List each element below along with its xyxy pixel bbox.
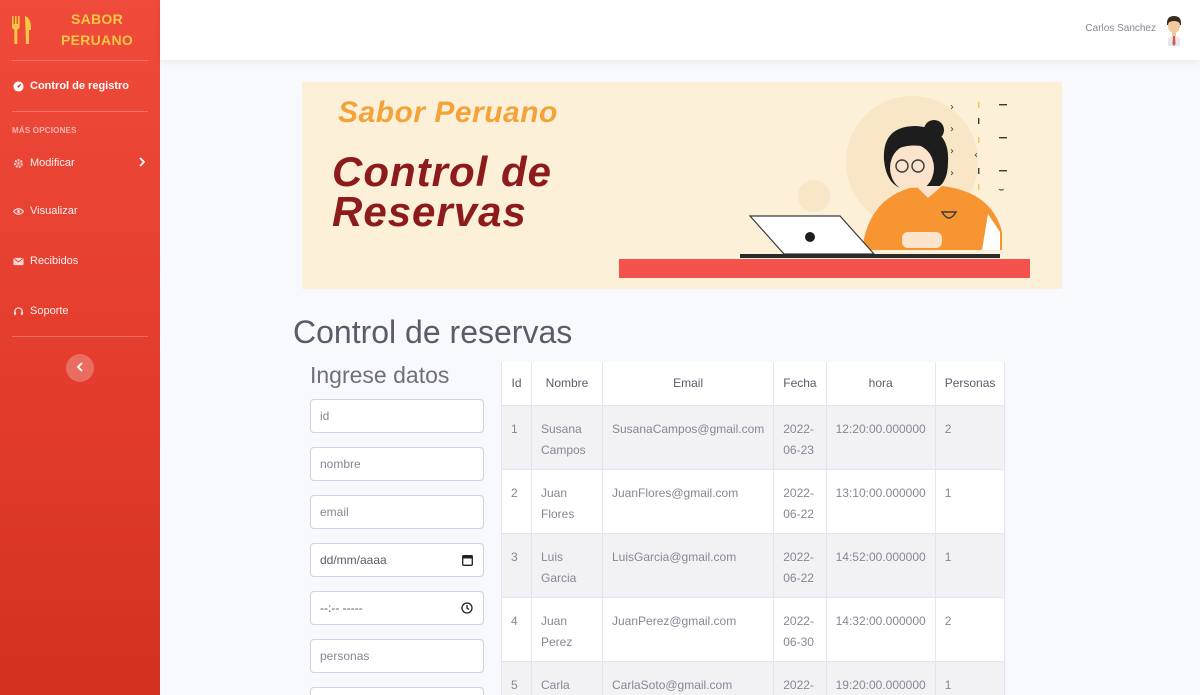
cell-email: LuisGarcia@gmail.com — [601, 532, 775, 598]
id-input[interactable] — [320, 409, 474, 423]
cell-hora: 14:52:00.000000 — [825, 532, 936, 598]
chevron-right-icon — [138, 157, 146, 170]
next-field[interactable] — [310, 687, 484, 695]
sidebar-item-label: Recibidos — [30, 255, 79, 267]
topbar: Carlos Sanchez — [160, 0, 1200, 60]
cell-id: 3 — [501, 532, 532, 598]
cell-email: SusanaCampos@gmail.com — [601, 404, 775, 470]
cell-fecha: 2022-06-23 — [773, 404, 827, 470]
svg-text:›: › — [950, 102, 954, 113]
personas-field[interactable] — [310, 639, 484, 673]
clock-icon[interactable] — [461, 602, 473, 617]
email-field[interactable] — [310, 495, 484, 529]
cell-nombre: Luis Garcia — [531, 532, 603, 598]
form-title: Ingrese datos — [310, 362, 450, 388]
svg-text:›: › — [950, 124, 954, 135]
cell-email: JuanFlores@gmail.com — [601, 468, 775, 534]
personas-input[interactable] — [320, 649, 474, 663]
cell-nombre: Juan Flores — [531, 468, 603, 534]
sidebar-item-control-registro[interactable]: Control de registro — [0, 61, 160, 111]
svg-text:›: › — [950, 168, 954, 179]
header-id: Id — [501, 362, 532, 406]
hora-field[interactable]: --:-- ----- — [310, 591, 484, 625]
fecha-placeholder: dd/mm/aaaa — [320, 553, 387, 567]
cell-fecha: 2022-06-22 — [773, 468, 827, 534]
banner: › › › › ‹ ⌣ Sabor Peruano Control de Res… — [302, 82, 1062, 289]
table-header-row: Id Nombre Email Fecha hora Personas — [501, 362, 1006, 406]
svg-text:‹: ‹ — [974, 150, 978, 161]
dashboard-icon — [12, 80, 24, 92]
cell-id: 5 — [501, 660, 532, 695]
cell-personas: 2 — [934, 404, 1006, 470]
headset-icon — [12, 305, 24, 317]
chevron-left-icon — [76, 359, 84, 377]
reservas-table: Id Nombre Email Fecha hora Personas 1 Su… — [501, 362, 1006, 695]
header-personas: Personas — [934, 362, 1006, 406]
cell-fecha: 2022- — [773, 660, 827, 695]
cell-fecha: 2022-06-30 — [773, 596, 827, 662]
cell-personas: 1 — [934, 532, 1006, 598]
svg-text:⌣: ⌣ — [998, 184, 1005, 195]
eye-icon — [12, 205, 24, 217]
svg-text:›: › — [950, 146, 954, 157]
sidebar-item-label: Control de registro — [30, 80, 130, 92]
sidebar-divider — [12, 336, 148, 337]
header-hora: hora — [825, 362, 936, 406]
hora-placeholder: --:-- ----- — [320, 601, 363, 615]
table-row: 3 Luis Garcia LuisGarcia@gmail.com 2022-… — [501, 532, 1006, 598]
cell-email: JuanPerez@gmail.com — [601, 596, 775, 662]
sidebar-item-label: Modificar — [30, 157, 75, 169]
cell-fecha: 2022-06-22 — [773, 532, 827, 598]
sidebar-item-modificar[interactable]: Modificar — [0, 140, 160, 186]
header-email: Email — [601, 362, 775, 406]
banner-subtitle: Sabor Peruano — [338, 96, 558, 129]
email-input[interactable] — [320, 505, 474, 519]
banner-title: Control de Reservas — [332, 148, 552, 235]
cell-personas: 1 — [934, 468, 1006, 534]
sidebar-brand[interactable]: SABOR PERUANO — [0, 0, 160, 60]
utensils-icon — [10, 14, 34, 46]
table-row: 1 Susana Campos SusanaCampos@gmail.com 2… — [501, 404, 1006, 470]
sidebar-item-visualizar[interactable]: Visualizar — [0, 186, 160, 236]
nombre-input[interactable] — [320, 457, 474, 471]
avatar[interactable] — [1164, 14, 1184, 46]
cog-icon — [12, 157, 24, 169]
sidebar-section-heading: MÁS OPCIONES — [12, 126, 77, 135]
sidebar-item-recibidos[interactable]: Recibidos — [0, 236, 160, 286]
id-field[interactable] — [310, 399, 484, 433]
cell-nombre: Susana Campos — [531, 404, 603, 470]
table-row: 4 Juan Perez JuanPerez@gmail.com 2022-06… — [501, 596, 1006, 662]
cell-id: 4 — [501, 596, 532, 662]
cell-hora: 12:20:00.000000 — [825, 404, 936, 470]
sidebar: SABOR PERUANO Control de registro MÁS OP… — [0, 0, 160, 695]
page-title: Control de reservas — [293, 314, 573, 350]
table-row: 2 Juan Flores JuanFlores@gmail.com 2022-… — [501, 468, 1006, 534]
table-row: 5 Carla CarlaSoto@gmail.com 2022- 19:20:… — [501, 660, 1006, 695]
brand-title: SABOR PERUANO — [60, 11, 134, 48]
sidebar-toggle-button[interactable] — [66, 354, 94, 382]
header-nombre: Nombre — [531, 362, 603, 406]
fecha-field[interactable]: dd/mm/aaaa — [310, 543, 484, 577]
cell-hora: 19:20:00.000000 — [825, 660, 936, 695]
cell-personas: 2 — [934, 596, 1006, 662]
sidebar-item-label: Soporte — [30, 305, 69, 317]
cell-id: 1 — [501, 404, 532, 470]
envelope-icon — [12, 255, 24, 267]
cell-hora: 14:32:00.000000 — [825, 596, 936, 662]
cell-id: 2 — [501, 468, 532, 534]
cell-nombre: Juan Perez — [531, 596, 603, 662]
sidebar-item-soporte[interactable]: Soporte — [0, 286, 160, 336]
cell-hora: 13:10:00.000000 — [825, 468, 936, 534]
cell-email: CarlaSoto@gmail.com — [601, 660, 775, 695]
sidebar-item-label: Visualizar — [30, 205, 78, 217]
user-name[interactable]: Carlos Sanchez — [1085, 23, 1156, 34]
calendar-icon[interactable] — [462, 554, 473, 569]
header-fecha: Fecha — [773, 362, 827, 406]
nombre-field[interactable] — [310, 447, 484, 481]
cell-nombre: Carla — [531, 660, 603, 695]
cell-personas: 1 — [934, 660, 1006, 695]
